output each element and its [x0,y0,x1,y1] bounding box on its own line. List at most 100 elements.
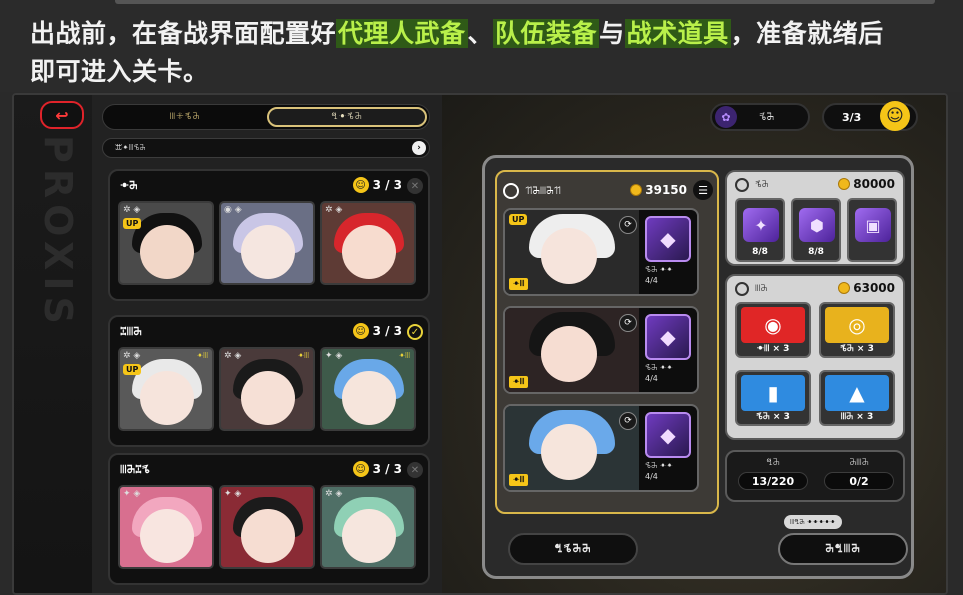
attribute-icons: ✲ ◈ [325,205,343,215]
close-icon[interactable]: ✕ [407,178,423,194]
agents-column: ꔔꔕꔖꔕꔔ 39150 ☰ UP ꔹꔖ ⟳ ◆ ꕦꔕ ꔹꔹ 4/4 ꔹꔖ ⟳ ◆… [495,170,719,514]
swap-icon[interactable]: ⟳ [619,314,637,332]
agents-header: ꔔꔕꔖꔕꔔ 39150 ☰ [503,180,715,202]
agent-portrait[interactable]: ✲ ◈ UP ꔹꔖ [118,347,214,431]
agents-label: ꔔꔕꔖꔕꔔ [525,185,561,197]
tab-bar: ꔖꔰꕦꔕ ꔡꔹꕦꔕ [102,104,430,130]
agent-portrait[interactable]: ✦ ◈ [219,485,315,569]
up-badge: UP [123,364,142,375]
agent-portrait[interactable]: ✦ ◈ [118,485,214,569]
attribute-icons: ✲ ◈ [325,489,343,499]
caption-text: 与 [599,19,625,48]
coin-icon [838,282,851,294]
equipment-header: ꕦꔕ 80000 [735,176,899,194]
squad-name: ꔙꔖꔕ [120,325,142,338]
agent-slot[interactable]: ꔹꔖ ⟳ ◆ ꕦꔕ ꔹꔹ 4/4 [503,404,699,492]
weapon-icon: ◆ [660,325,676,349]
attribute-icons: ✦ ◈ [224,489,242,499]
stat: ꔕꔖꔕ 0/2 [819,458,899,490]
portrait-face [241,225,295,279]
equipment-slot[interactable]: ⬢ 8/8 [791,198,841,262]
agent-portrait[interactable]: ✲ ◈ UP [118,201,214,285]
weapon-info: ꕦꔕ ꔹꔹ 4/4 [645,362,673,384]
tool-count: ꔹꔖ × 3 [756,344,790,354]
menu-icon[interactable]: ☰ [693,180,713,200]
squad-card[interactable]: ꔖꔕꔙꕦ ☺ 3 / 3 ✕ ✦ ◈ ✦ ◈ ✲ ◈ [108,453,430,585]
tools-label: ꔖꔕ [755,284,768,294]
agent-portrait[interactable]: ✲ ◈ [320,485,416,569]
grenade-icon: ◉ [741,307,805,343]
deploy-note: ꔖꔡꔕ ꔹꔹꔹꔹꔹ [784,515,842,529]
attribute-icons: ◉ ◈ [224,205,242,215]
up-badge: UP [123,218,142,229]
tab-1[interactable]: ꔖꔰꕦꔕ [105,107,265,127]
squad-card[interactable]: ꔹꔕ ☺ 3 / 3 ✕ ✲ ◈ UP ◉ ◈ ✲ ◈ [108,169,430,301]
team-equipment-block: ꕦꔕ 80000 ✦ 8/8 ⬢ 8/8 ▣ [725,170,905,266]
agent-portrait[interactable]: ✦ ◈ ꔹꔖ [320,347,416,431]
deploy-button[interactable]: ꔕꔡꔖꔕ [778,533,908,565]
weapon-slot[interactable]: ◆ [645,412,691,458]
attribute-icons: ✦ ◈ [325,351,343,361]
stats-block: ꔡꔕ 13/220 ꔕꔖꔕ 0/2 [725,450,905,502]
weapon-slot[interactable]: ◆ [645,314,691,360]
squad-count: ☺ 3 / 3 [352,323,402,339]
equipment-count: 8/8 [752,247,768,257]
stat-label: ꔡꔕ [766,458,780,468]
secondary-button[interactable]: ꔡꕦꔕꔕ [508,533,638,565]
mode-selector[interactable]: ✿ ꕦꔕ [710,103,810,131]
tool-slot[interactable]: ▮ ꕦꔕ × 3 [735,370,811,426]
coin-balance: 63000 [838,281,895,295]
highlight-tactical-items: 战术道具 [624,19,731,48]
tool-slot[interactable]: ◉ ꔹꔖ × 3 [735,302,811,358]
portrait-face [241,509,295,563]
filter-label: ꕭꔹꔖꕦꔕ [115,143,146,152]
tab-2-active[interactable]: ꔡꔹꕦꔕ [267,107,427,127]
equipment-slot[interactable]: ▣ [847,198,897,262]
swap-icon[interactable]: ⟳ [619,216,637,234]
portrait-face [342,371,396,425]
check-icon[interactable]: ✓ [407,324,423,340]
squad-count-value: 3 / 3 [372,178,402,192]
agent-tag: ꔹꔖ [297,351,309,360]
coin-value: 63000 [853,281,895,295]
agent-portrait[interactable]: ✲ ◈ ꔹꔖ [219,347,315,431]
weapon-slot[interactable]: ◆ [645,216,691,262]
equipment-slot[interactable]: ✦ 8/8 [735,198,785,262]
tool-slot[interactable]: ◎ ꕦꔕ × 3 [819,302,895,358]
back-arrow-icon: ↩ [55,105,69,125]
smiley-icon: ☺ [352,323,369,339]
squad-card[interactable]: ꔙꔖꔕ ☺ 3 / 3 ✓ ✲ ◈ UP ꔹꔖ ✲ ◈ ꔹꔖ ✦ ◈ ꔹꔖ [108,315,430,447]
mine-icon: ◎ [825,307,889,343]
highlight-team-equipment: 队伍装备 [493,19,600,48]
agent-face [541,228,597,284]
gem-icon: ⬢ [799,208,835,242]
agent-portrait[interactable]: ◉ ◈ [219,201,315,285]
caption-line-1: 出战前，在备战界面配置好代理人武备、队伍装备与战术道具，准备就绪后 [30,14,884,50]
agent-tag: ꔹꔖ [509,474,529,486]
agent-tag: ꔹꔖ [509,278,529,290]
back-button[interactable]: ↩ [40,101,84,129]
coin-value: 39150 [645,183,687,197]
agent-face [541,424,597,480]
close-icon[interactable]: ✕ [407,462,423,478]
agent-portrait[interactable]: ✲ ◈ [320,201,416,285]
coin-balance: 39150 [630,183,687,197]
weapon-count: 4/4 [645,472,658,481]
tool-slot[interactable]: ▲ ꔖꔕ × 3 [819,370,895,426]
equipment-label: ꕦꔕ [755,180,769,190]
squad-count-value: 3 / 3 [372,324,402,338]
tactical-items-block: ꔖꔕ 63000 ◉ ꔹꔖ × 3 ◎ ꕦꔕ × 3 ▮ ꕦꔕ × 3 ▲ ꔖꔕ × 3 [725,274,905,440]
caption-text: 出战前，在备战界面配置好 [30,19,337,48]
equipment-count: 8/8 [808,247,824,257]
swap-icon[interactable]: ⟳ [619,412,637,430]
agent-slot[interactable]: ꔹꔖ ⟳ ◆ ꕦꔕ ꔹꔹ 4/4 [503,306,699,394]
filter-dropdown[interactable]: ꕭꔹꔖꕦꔕ › [102,138,430,158]
tools-header: ꔖꔕ 63000 [735,280,899,298]
coin-icon [838,178,851,190]
portrait-face [241,371,295,425]
attribute-icons: ✲ ◈ [123,351,141,361]
smiley-icon: ☺ [880,101,910,131]
agent-slot[interactable]: UP ꔹꔖ ⟳ ◆ ꕦꔕ ꔹꔹ 4/4 [503,208,699,296]
clover-icon [735,282,749,296]
device-icon: ▲ [825,375,889,411]
